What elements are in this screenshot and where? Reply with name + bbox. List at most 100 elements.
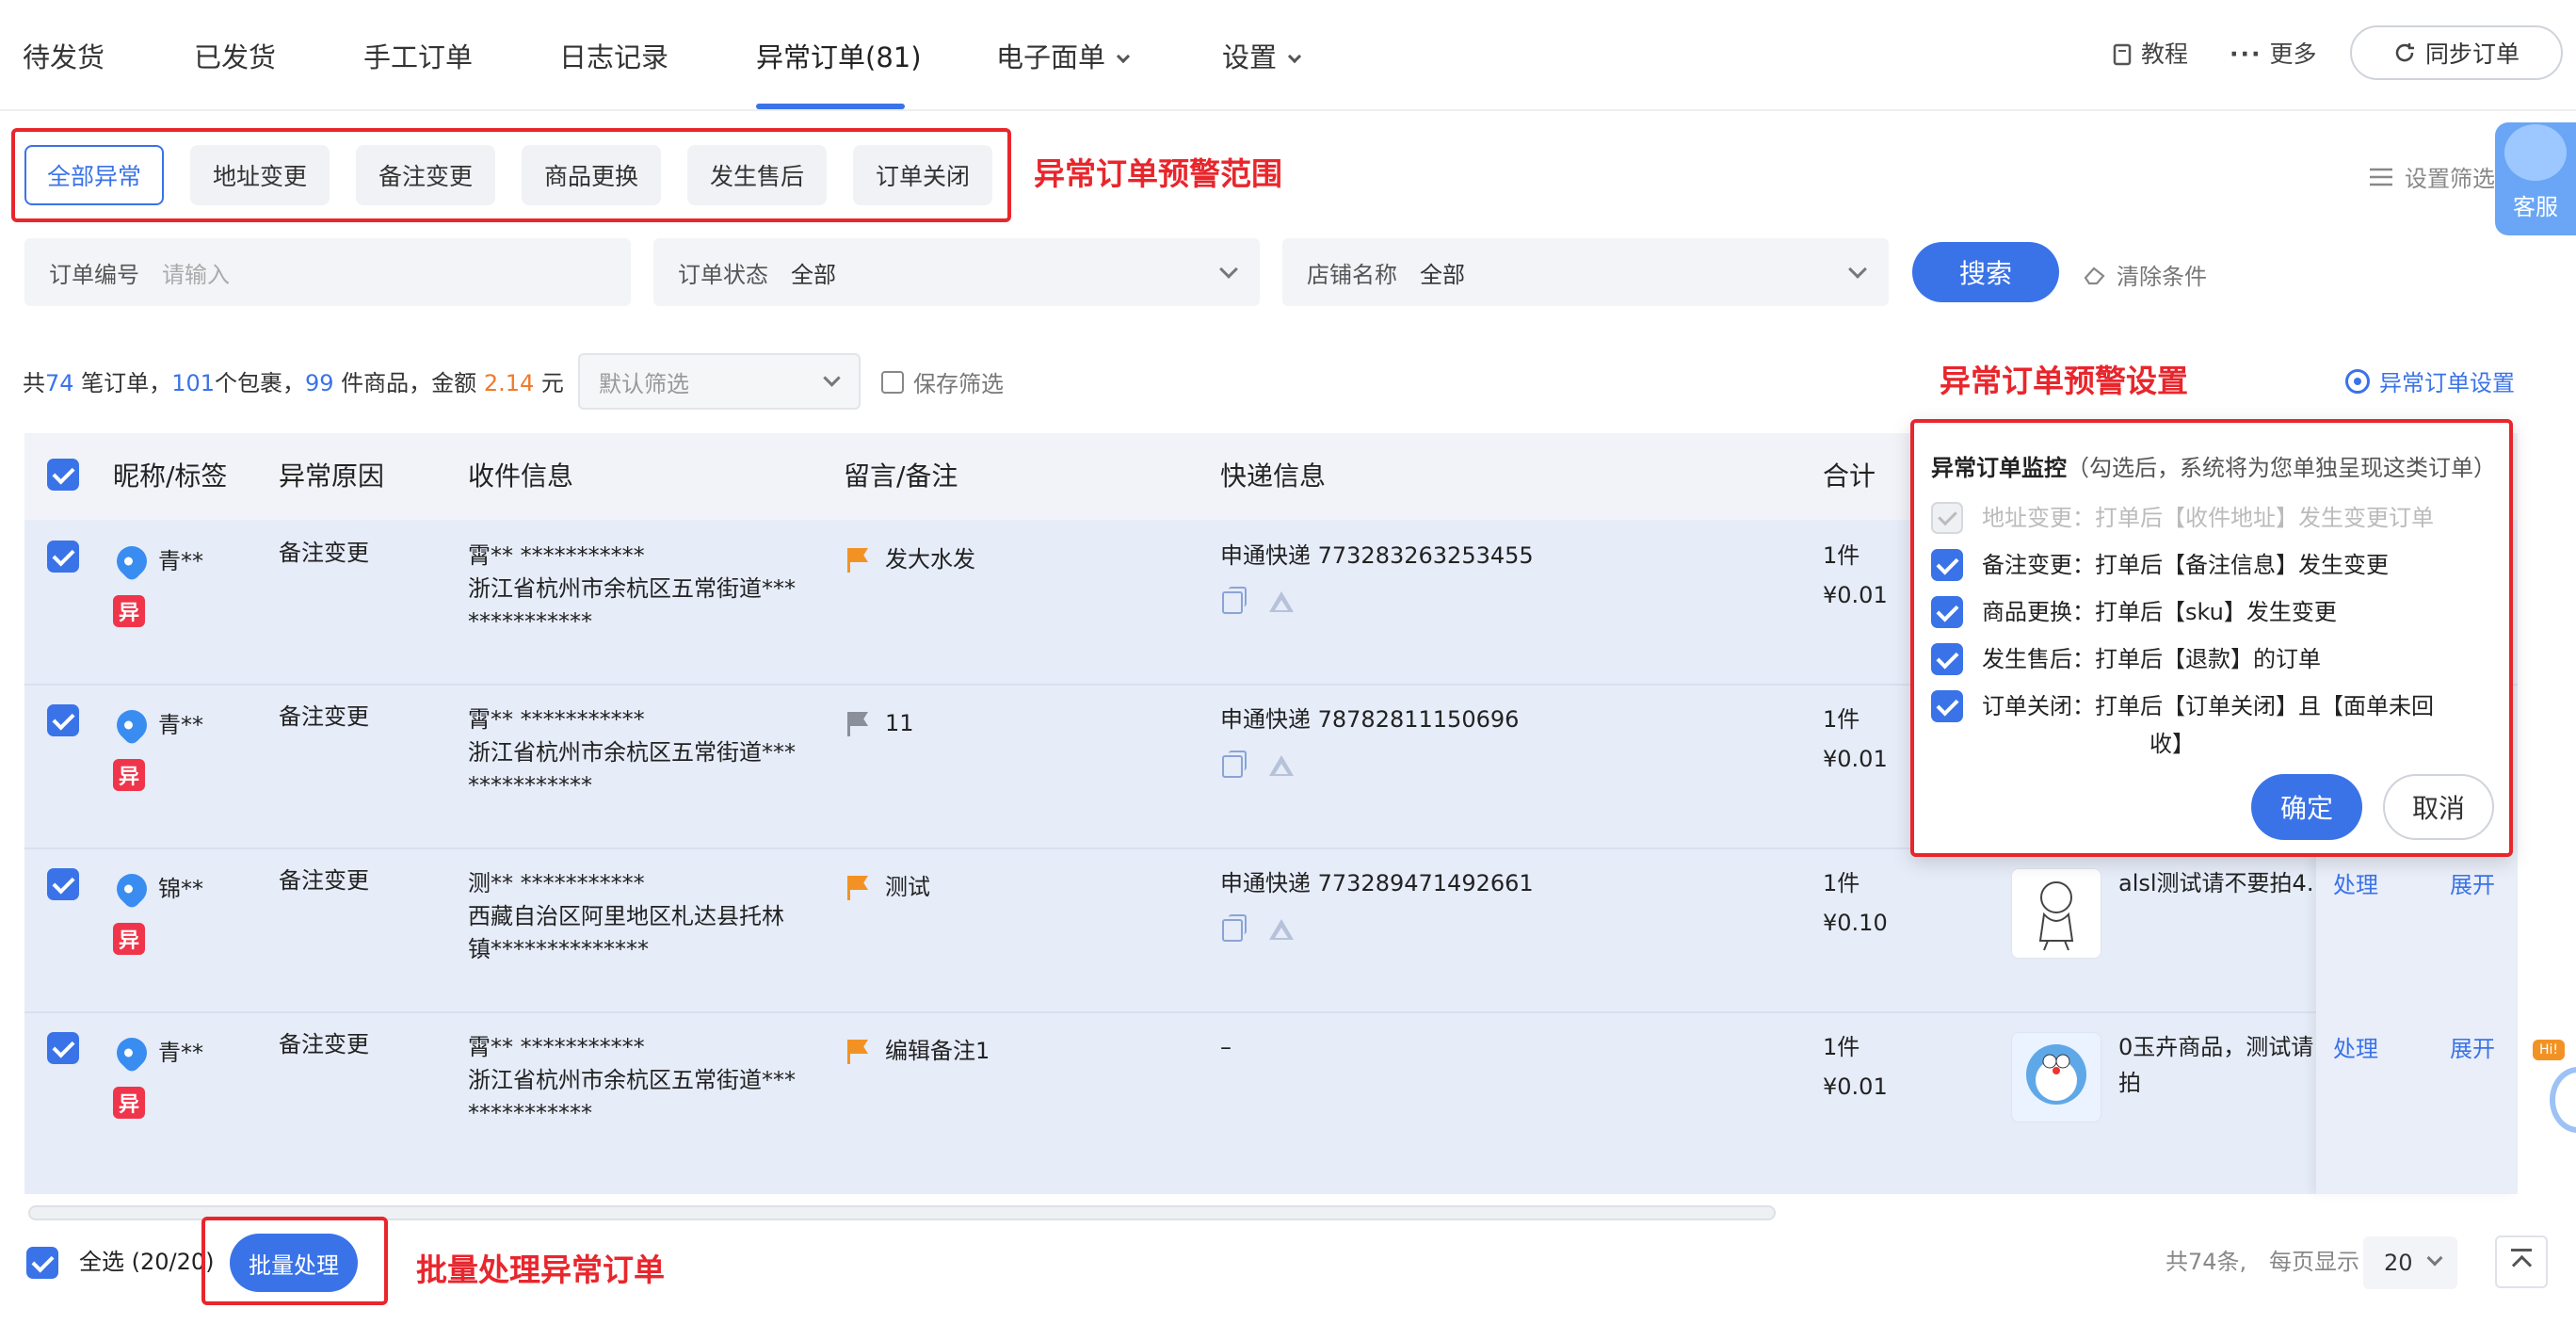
summary-text: 元 [534, 370, 564, 396]
tab-settings[interactable]: 设置 [1222, 36, 1302, 75]
cancel-button[interactable]: 取消 [2383, 774, 2494, 840]
recipient-address-cont: *********** [468, 608, 592, 635]
recipient-name: 霄** *********** [468, 706, 645, 733]
recipient-address: 西藏自治区阿里地区札达县托林 [468, 903, 784, 929]
option-checkbox[interactable] [1931, 596, 1963, 628]
select-all-label: 全选 (20/20) [79, 1249, 215, 1275]
filter-settings-label: 设置筛选 [2405, 166, 2495, 192]
confirm-button[interactable]: 确定 [2251, 774, 2362, 840]
product-name: alsl测试请不要拍4.4 [2118, 870, 2314, 896]
expand-link[interactable]: 展开 [2450, 1030, 2495, 1063]
exception-settings-link[interactable]: 异常订单设置 [2345, 364, 2515, 397]
option-checkbox[interactable] [1931, 549, 1963, 581]
total-count: 共74条, [2165, 1249, 2247, 1275]
price: ¥0.01 [1823, 1074, 1888, 1100]
save-filter-button[interactable]: 保存筛选 [881, 365, 1004, 398]
product-name: 0玉卉商品，测试请 [2118, 1034, 2314, 1060]
recycle-icon[interactable] [1269, 919, 1294, 940]
option-label: 发生售后：打单后【退款】的订单 [1982, 646, 2321, 672]
quantity: 1件 [1823, 706, 1860, 733]
tutorial-link[interactable]: 教程 [2113, 36, 2188, 70]
annotation-box-scope [11, 128, 1011, 222]
order-summary: 共74 笔订单，101个包裹，99 件商品，金额 2.14 元 [23, 364, 564, 397]
header-select-all-checkbox[interactable] [47, 459, 79, 491]
row-checkbox[interactable] [47, 868, 79, 900]
default-filter-label: 默认筛选 [599, 370, 689, 397]
row-checkbox[interactable] [47, 704, 79, 736]
sync-orders-button[interactable]: 同步订单 [2350, 25, 2563, 80]
process-link[interactable]: 处理 [2333, 1030, 2378, 1063]
chevron-down-icon [2426, 1250, 2443, 1267]
option-checkbox[interactable] [1931, 643, 1963, 675]
option-remark-change[interactable]: 备注变更：打单后【备注信息】发生变更 [1931, 549, 2389, 584]
package-count: 101 [171, 370, 215, 396]
order-number-input[interactable]: 请输入 [162, 256, 230, 289]
save-filter-label: 保存筛选 [913, 371, 1004, 397]
recycle-icon[interactable] [1269, 755, 1294, 776]
nickname: 锦** [158, 876, 203, 902]
copy-icon[interactable] [1222, 587, 1247, 614]
shop-name-select[interactable]: 店铺名称 全部 [1282, 238, 1889, 306]
recycle-icon[interactable] [1269, 591, 1294, 612]
tab-pending-shipment[interactable]: 待发货 [23, 36, 105, 75]
copy-icon[interactable] [1222, 914, 1247, 942]
summary-text: 件商品，金额 [333, 370, 484, 396]
tab-shipped[interactable]: 已发货 [194, 36, 276, 75]
tab-e-waybill[interactable]: 电子面单 [996, 36, 1131, 75]
select-all-checkbox[interactable] [26, 1247, 58, 1279]
order-status-value: 全部 [791, 261, 836, 288]
col-reason: 异常原因 [279, 460, 385, 492]
row-divider [24, 1011, 2518, 1013]
eraser-icon [2084, 266, 2105, 284]
process-link[interactable]: 处理 [2333, 866, 2378, 899]
expand-link[interactable]: 展开 [2450, 866, 2495, 899]
flag-cloth [850, 1040, 868, 1054]
more-menu[interactable]: ··· 更多 [2230, 36, 2317, 70]
option-label-line1: 订单关闭：打单后【订单关闭】且【面单未回 [1982, 693, 2434, 719]
option-checkbox[interactable] [1931, 690, 1963, 722]
back-to-top-icon[interactable] [2495, 1235, 2548, 1288]
option-address-change: 地址变更：打单后【收件地址】发生变更订单 [1931, 502, 2434, 537]
active-tab-indicator [756, 104, 905, 109]
option-after-sales[interactable]: 发生售后：打单后【退款】的订单 [1931, 643, 2321, 678]
top-nav: 待发货 已发货 手工订单 日志记录 异常订单(81) 电子面单 设置 教程 ··… [0, 0, 2576, 111]
tab-manual-orders[interactable]: 手工订单 [363, 36, 473, 75]
option-item-change[interactable]: 商品更换：打单后【sku】发生变更 [1931, 596, 2337, 631]
cartoon-figure-image [2038, 881, 2074, 951]
filter-settings-link[interactable]: 设置筛选 [2369, 160, 2495, 193]
order-status-select[interactable]: 订单状态 全部 [653, 238, 1260, 306]
copy-icon[interactable] [1222, 751, 1247, 778]
flag-icon [847, 876, 868, 900]
exception-badge: 异 [113, 759, 145, 791]
popup-subtitle: （勾选后，系统将为您单独呈现这类订单） [2067, 455, 2496, 481]
page-size-select[interactable]: 20 [2363, 1236, 2457, 1289]
tab-logs[interactable]: 日志记录 [559, 36, 668, 75]
default-filter-select[interactable]: 默认筛选 [578, 353, 861, 410]
price: ¥0.01 [1823, 746, 1888, 772]
quantity: 1件 [1823, 870, 1860, 896]
search-button[interactable]: 搜索 [1912, 242, 2059, 302]
row-checkbox[interactable] [47, 1032, 79, 1064]
shop-name-value: 全部 [1420, 261, 1465, 288]
express-info: – [1220, 1034, 1232, 1060]
clear-conditions-button[interactable]: 清除条件 [2083, 258, 2207, 291]
chevron-down-icon [823, 369, 841, 387]
chat-bubble-icon[interactable] [2550, 1067, 2576, 1133]
annotation-box-batch [201, 1217, 388, 1305]
refresh-icon [2395, 43, 2414, 62]
chevron-down-icon [1116, 49, 1131, 64]
book-icon [2113, 43, 2132, 66]
tutorial-label: 教程 [2141, 40, 2189, 68]
customer-service-button[interactable]: 客服 [2495, 122, 2576, 235]
express-info: 申通快递 78782811150696 [1220, 706, 1520, 733]
option-order-closed[interactable]: 订单关闭：打单后【订单关闭】且【面单未回 收】 [1931, 690, 2434, 763]
annotation-scope: 异常订单预警范围 [1034, 155, 1282, 192]
price: ¥0.01 [1823, 582, 1888, 608]
order-number-field[interactable]: 订单编号 请输入 [24, 238, 631, 306]
option-label-line2: 收】 [2149, 731, 2195, 757]
flag-icon [847, 712, 868, 736]
tab-exception-orders[interactable]: 异常订单(81) [756, 36, 922, 75]
more-dots-icon: ··· [2230, 40, 2262, 68]
row-checkbox[interactable] [47, 541, 79, 573]
product-thumbnail [2011, 868, 2101, 959]
